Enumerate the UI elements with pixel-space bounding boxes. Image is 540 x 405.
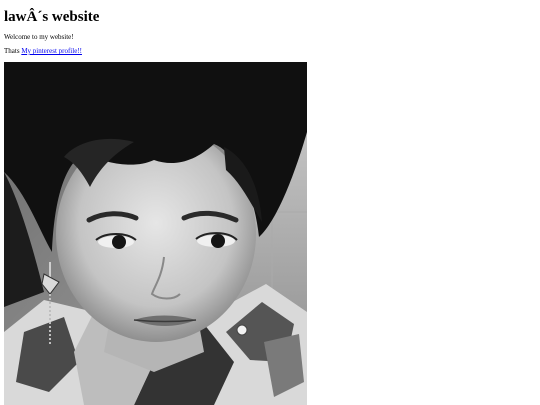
profile-photo xyxy=(4,62,307,405)
welcome-text: Welcome to my website! xyxy=(4,33,74,41)
link-prefix: Thats xyxy=(4,47,20,55)
page-title: lawÂ´s website xyxy=(4,9,100,25)
pinterest-profile-link[interactable]: My pinterest profile!! xyxy=(21,47,82,55)
portrait-image xyxy=(4,62,307,405)
pinterest-line: Thats My pinterest profile!! xyxy=(4,47,82,56)
page-body: lawÂ´s website Welcome to my website! Th… xyxy=(4,0,534,405)
